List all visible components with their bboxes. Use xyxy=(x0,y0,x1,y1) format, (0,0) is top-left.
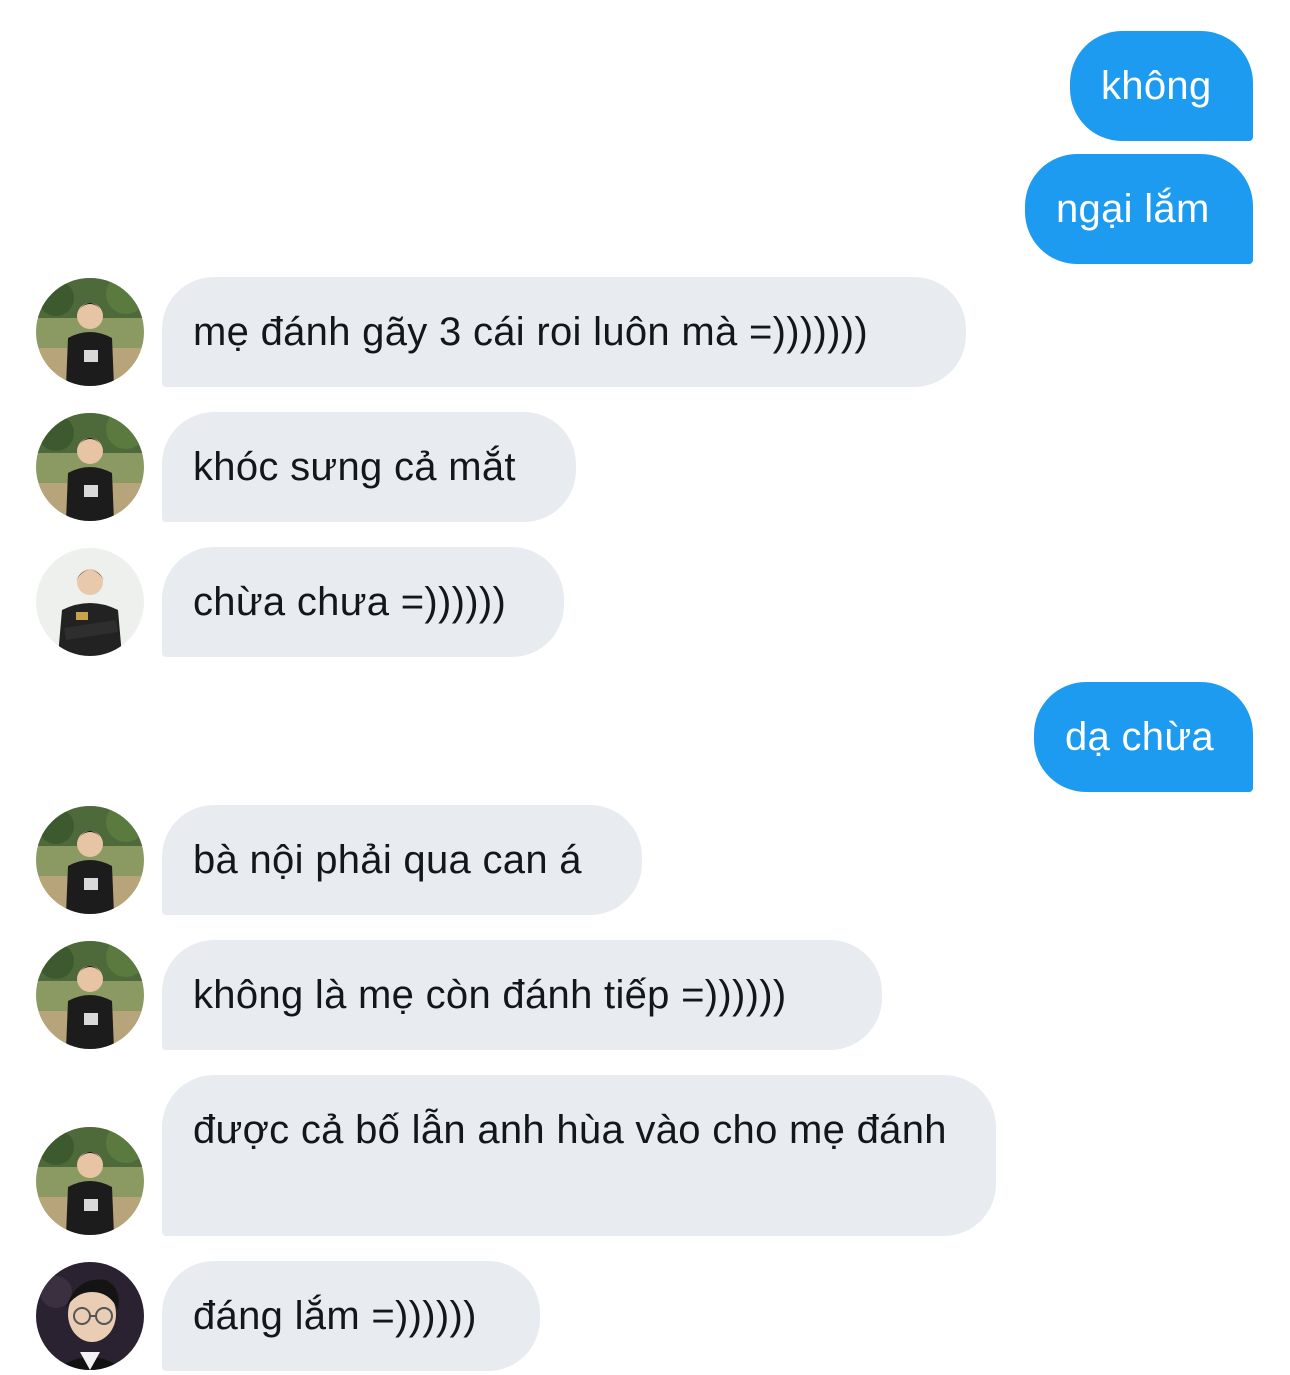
player-jersey-field-avatar[interactable] xyxy=(36,941,144,1049)
player-glasses-portrait-avatar[interactable] xyxy=(36,1262,144,1370)
message-text: đáng lắm =)))))) xyxy=(193,1294,477,1338)
message-row-incoming: được cả bố lẫn anh hùa vào cho mẹ đánh xyxy=(36,1075,996,1236)
message-bubble-incoming[interactable]: bà nội phải qua can á xyxy=(162,805,642,915)
message-text: chừa chưa =)))))) xyxy=(193,580,507,624)
player-arms-crossed-avatar[interactable] xyxy=(36,548,144,656)
player-jersey-field-avatar[interactable] xyxy=(36,413,144,521)
message-text: bà nội phải qua can á xyxy=(193,838,582,882)
message-row-outgoing: không xyxy=(1070,31,1253,141)
message-row-incoming: bà nội phải qua can á xyxy=(36,805,642,915)
message-bubble-incoming[interactable]: khóc sưng cả mắt xyxy=(162,412,576,522)
player-jersey-field-avatar[interactable] xyxy=(36,1127,144,1235)
message-bubble-incoming[interactable]: mẹ đánh gãy 3 cái roi luôn mà =))))))) xyxy=(162,277,966,387)
player-jersey-field-avatar[interactable] xyxy=(36,278,144,386)
message-row-incoming: khóc sưng cả mắt xyxy=(36,412,576,522)
message-bubble-incoming[interactable]: không là mẹ còn đánh tiếp =)))))) xyxy=(162,940,882,1050)
message-text: dạ chừa xyxy=(1065,715,1214,759)
message-bubble-incoming[interactable]: được cả bố lẫn anh hùa vào cho mẹ đánh xyxy=(162,1075,996,1236)
message-row-incoming: đáng lắm =)))))) xyxy=(36,1261,540,1371)
message-bubble-outgoing[interactable]: dạ chừa xyxy=(1034,682,1253,792)
message-text: mẹ đánh gãy 3 cái roi luôn mà =))))))) xyxy=(193,310,868,354)
message-bubble-incoming[interactable]: chừa chưa =)))))) xyxy=(162,547,564,657)
message-row-incoming: không là mẹ còn đánh tiếp =)))))) xyxy=(36,940,882,1050)
message-text: khóc sưng cả mắt xyxy=(193,445,516,489)
message-row-incoming: mẹ đánh gãy 3 cái roi luôn mà =))))))) xyxy=(36,277,966,387)
message-bubble-incoming[interactable]: đáng lắm =)))))) xyxy=(162,1261,540,1371)
message-text: được cả bố lẫn anh hùa vào cho mẹ đánh xyxy=(193,1108,947,1152)
message-bubble-outgoing[interactable]: ngại lắm xyxy=(1025,154,1253,264)
message-row-outgoing: dạ chừa xyxy=(1034,682,1253,792)
message-row-incoming: chừa chưa =)))))) xyxy=(36,547,564,657)
message-text: không là mẹ còn đánh tiếp =)))))) xyxy=(193,973,787,1017)
player-jersey-field-avatar[interactable] xyxy=(36,806,144,914)
message-text: không xyxy=(1101,64,1212,108)
message-thread[interactable]: không ngại lắm mẹ đánh gãy 3 cái roi luô… xyxy=(0,0,1290,1375)
message-bubble-outgoing[interactable]: không xyxy=(1070,31,1253,141)
message-row-outgoing: ngại lắm xyxy=(1025,154,1253,264)
message-text: ngại lắm xyxy=(1056,187,1210,231)
